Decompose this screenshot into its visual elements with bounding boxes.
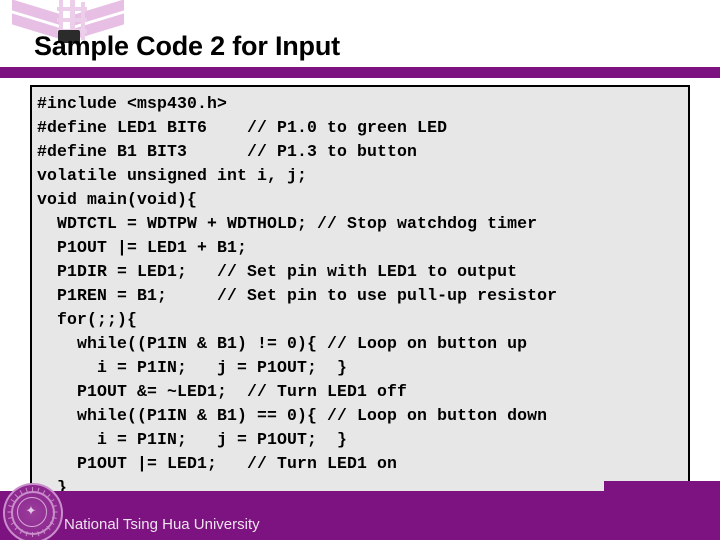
seal-tick (32, 487, 33, 492)
slide-canvas: Sample Code 2 for Input #include <msp430… (0, 0, 720, 540)
code-listing: #include <msp430.h> #define LED1 BIT6 //… (37, 94, 558, 511)
glyph-stroke (57, 18, 87, 22)
seal-tick (8, 505, 14, 508)
glyph-stroke (57, 7, 87, 11)
seal-tick (14, 493, 19, 499)
seal-tick (52, 511, 58, 513)
title-divider (0, 67, 720, 78)
seal-tick (32, 532, 33, 537)
university-seal: ✦ (3, 483, 63, 540)
page-title: Sample Code 2 for Input (34, 31, 340, 61)
seal-tick (7, 511, 13, 513)
seal-tick (25, 487, 28, 493)
code-block: #include <msp430.h> #define LED1 BIT6 //… (30, 85, 690, 513)
seal-star-icon: ✦ (25, 503, 37, 518)
footer-organization-label: National Tsing Hua University (64, 516, 260, 533)
